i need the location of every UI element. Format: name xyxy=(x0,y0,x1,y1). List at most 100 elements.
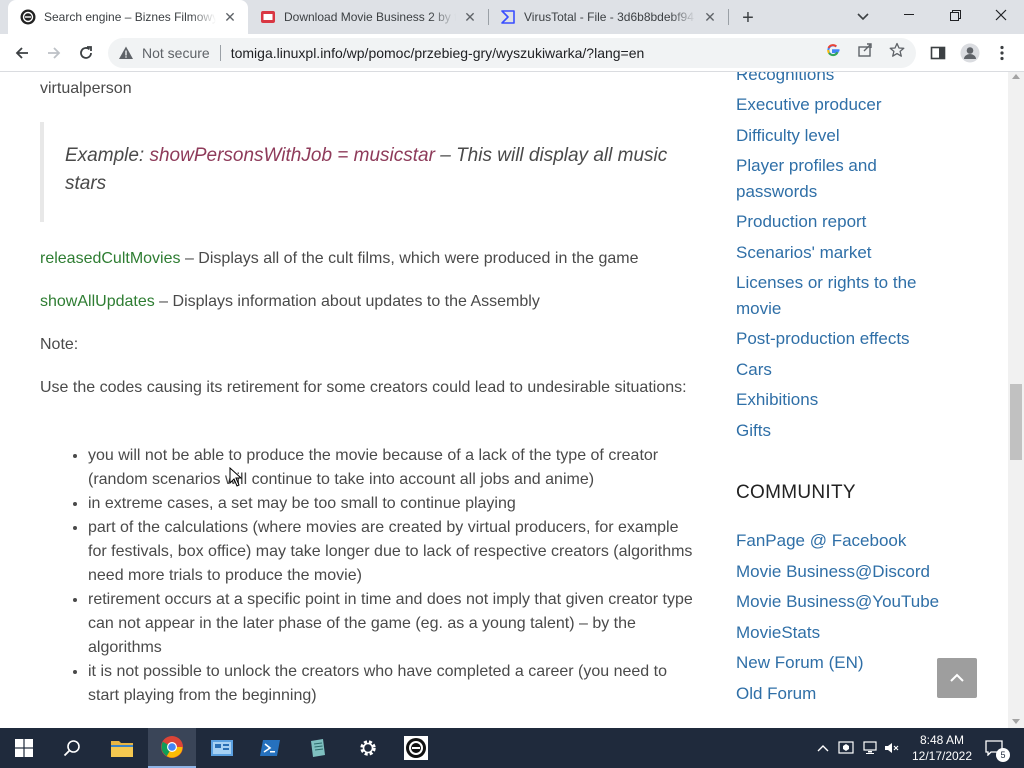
list-item: it is not possible to unlock the creator… xyxy=(88,660,700,708)
scroll-down-arrow-icon[interactable] xyxy=(1012,719,1020,724)
tab-close-icon[interactable]: ✕ xyxy=(220,7,240,27)
address-bar[interactable]: Not secure tomiga.linuxpl.info/wp/pomoc/… xyxy=(108,38,916,68)
system-clock[interactable]: 8:48 AM 12/17/2022 xyxy=(908,732,976,764)
sidebar-link-youtube[interactable]: Movie Business@YouTube xyxy=(736,589,976,615)
gear-icon xyxy=(360,740,376,756)
sidebar-link-recognitions[interactable]: Recognitions xyxy=(736,72,976,88)
new-tab-button[interactable]: + xyxy=(736,6,760,30)
windows-logo-icon xyxy=(15,739,33,757)
browser-toolbar: Not secure tomiga.linuxpl.info/wp/pomoc/… xyxy=(0,34,1024,72)
consequences-list: you will not be able to produce the movi… xyxy=(88,444,700,708)
tray-network-icon[interactable] xyxy=(860,728,880,768)
minimize-window-button[interactable] xyxy=(886,0,932,30)
tab-bar: Search engine – Biznes Filmowy ✕ Downloa… xyxy=(0,0,1024,34)
list-item: part of the calculations (where movies a… xyxy=(88,516,700,588)
scrollbar-thumb[interactable] xyxy=(1010,384,1022,460)
close-window-button[interactable] xyxy=(978,0,1024,30)
sidebar-link-production-report[interactable]: Production report xyxy=(736,209,976,235)
folder-icon xyxy=(111,741,133,757)
web-page: virtualperson Example: showPersonsWithJo… xyxy=(0,72,1008,728)
list-item: in extreme cases, a set may be too small… xyxy=(88,492,700,516)
google-icon[interactable] xyxy=(824,41,842,59)
warning-icon[interactable] xyxy=(118,45,134,61)
sidebar-link-player-profiles[interactable]: Player profiles and passwords xyxy=(736,153,936,205)
community-heading: COMMUNITY xyxy=(736,482,856,503)
tab-title: Search engine – Biznes Filmowy xyxy=(44,10,216,24)
list-item: retirement occurs at a specific point in… xyxy=(88,588,700,660)
tab-close-icon[interactable]: ✕ xyxy=(460,7,480,27)
mouse-cursor-icon xyxy=(229,467,243,487)
partial-text: virtualperson xyxy=(40,80,132,97)
taskbar-control-panel[interactable] xyxy=(198,728,246,768)
sidebar-link-executive-producer[interactable]: Executive producer xyxy=(736,92,976,118)
page-scrollbar[interactable] xyxy=(1008,72,1024,728)
command-description: – Displays information about updates to … xyxy=(154,293,540,310)
scroll-to-top-button[interactable] xyxy=(937,658,977,698)
tab-download-movie-business[interactable]: Download Movie Business 2 by tomiga ✕ xyxy=(248,0,488,34)
share-icon[interactable] xyxy=(856,41,874,59)
sidebar-link-difficulty-level[interactable]: Difficulty level xyxy=(736,123,976,149)
site-favicon-icon xyxy=(20,9,36,25)
address-separator xyxy=(219,45,221,61)
tray-overflow-chevron-icon[interactable] xyxy=(814,728,832,768)
back-button[interactable] xyxy=(8,39,36,67)
url-text[interactable]: tomiga.linuxpl.info/wp/pomoc/przebieg-gr… xyxy=(231,45,645,61)
start-button[interactable] xyxy=(0,728,48,768)
sidebar-link-licenses[interactable]: Licenses or rights to the movie xyxy=(736,270,946,322)
command-show-all-updates: showAllUpdates – Displays information ab… xyxy=(40,290,700,314)
taskbar-movie-business[interactable] xyxy=(392,728,440,768)
windows-taskbar: 8:48 AM 12/17/2022 5 xyxy=(0,728,1024,768)
tab-close-icon[interactable]: ✕ xyxy=(700,7,720,27)
example-code: showPersonsWithJob = musicstar xyxy=(149,145,435,166)
kebab-menu-icon[interactable] xyxy=(992,43,1012,63)
taskbar-notepad[interactable] xyxy=(294,728,342,768)
search-icon xyxy=(63,740,80,757)
taskbar-file-explorer[interactable] xyxy=(98,728,146,768)
forward-button[interactable] xyxy=(40,39,68,67)
taskbar-settings[interactable] xyxy=(344,728,392,768)
taskbar-search-button[interactable] xyxy=(48,728,96,768)
chrome-icon xyxy=(161,736,183,758)
warning-paragraph: Use the codes causing its retirement for… xyxy=(40,379,687,396)
tab-title: Download Movie Business 2 by tomiga xyxy=(284,10,456,24)
chevron-up-icon xyxy=(950,673,964,682)
notification-center-button[interactable]: 5 xyxy=(982,728,1010,768)
tab-virustotal[interactable]: VirusTotal - File - 3d6b8bdebf94 ✕ xyxy=(488,0,728,34)
tray-volume-muted-icon[interactable] xyxy=(882,728,902,768)
tab-search-engine[interactable]: Search engine – Biznes Filmowy ✕ xyxy=(8,0,248,34)
tab-separator xyxy=(728,9,729,25)
command-description: – Displays all of the cult films, which … xyxy=(180,250,639,267)
notepad-icon xyxy=(311,739,325,757)
restore-window-button[interactable] xyxy=(932,0,978,30)
command-code: releasedCultMovies xyxy=(40,250,181,267)
side-panel-icon[interactable] xyxy=(928,43,948,63)
sidebar-link-scenarios-market[interactable]: Scenarios' market xyxy=(736,240,976,266)
site-favicon-icon xyxy=(260,9,276,25)
command-released-cult-movies: releasedCultMovies – Displays all of the… xyxy=(40,247,700,271)
sidebar-link-post-production-effects[interactable]: Post-production effects xyxy=(736,326,976,352)
tray-security-icon[interactable] xyxy=(836,728,856,768)
taskbar-chrome[interactable] xyxy=(148,728,196,768)
tab-title: VirusTotal - File - 3d6b8bdebf94 xyxy=(524,10,694,24)
profile-avatar-icon[interactable] xyxy=(960,43,980,63)
control-panel-icon xyxy=(211,740,233,756)
sidebar-link-facebook[interactable]: FanPage @ Facebook xyxy=(736,528,976,554)
scroll-up-arrow-icon[interactable] xyxy=(1012,74,1020,79)
note-label: Note: xyxy=(40,336,79,353)
movie-business-icon xyxy=(404,736,428,760)
sidebar-link-exhibitions[interactable]: Exhibitions xyxy=(736,387,976,413)
sidebar-link-cars[interactable]: Cars xyxy=(736,357,976,383)
taskbar-powershell[interactable] xyxy=(246,728,294,768)
tab-search-chevron-icon[interactable] xyxy=(852,6,874,28)
example-blockquote: Example: showPersonsWithJob = musicstar … xyxy=(40,122,696,222)
notification-count-badge: 5 xyxy=(996,748,1010,762)
security-label[interactable]: Not secure xyxy=(142,45,210,61)
sidebar-link-discord[interactable]: Movie Business@Discord xyxy=(736,559,976,585)
powershell-icon xyxy=(260,740,280,756)
clock-date: 12/17/2022 xyxy=(911,749,973,763)
reload-button[interactable] xyxy=(72,39,100,67)
bookmark-star-icon[interactable] xyxy=(888,41,906,59)
clock-time: 8:48 AM xyxy=(919,733,965,747)
sidebar-link-gifts[interactable]: Gifts xyxy=(736,418,976,444)
sidebar-link-moviestats[interactable]: MovieStats xyxy=(736,620,976,646)
